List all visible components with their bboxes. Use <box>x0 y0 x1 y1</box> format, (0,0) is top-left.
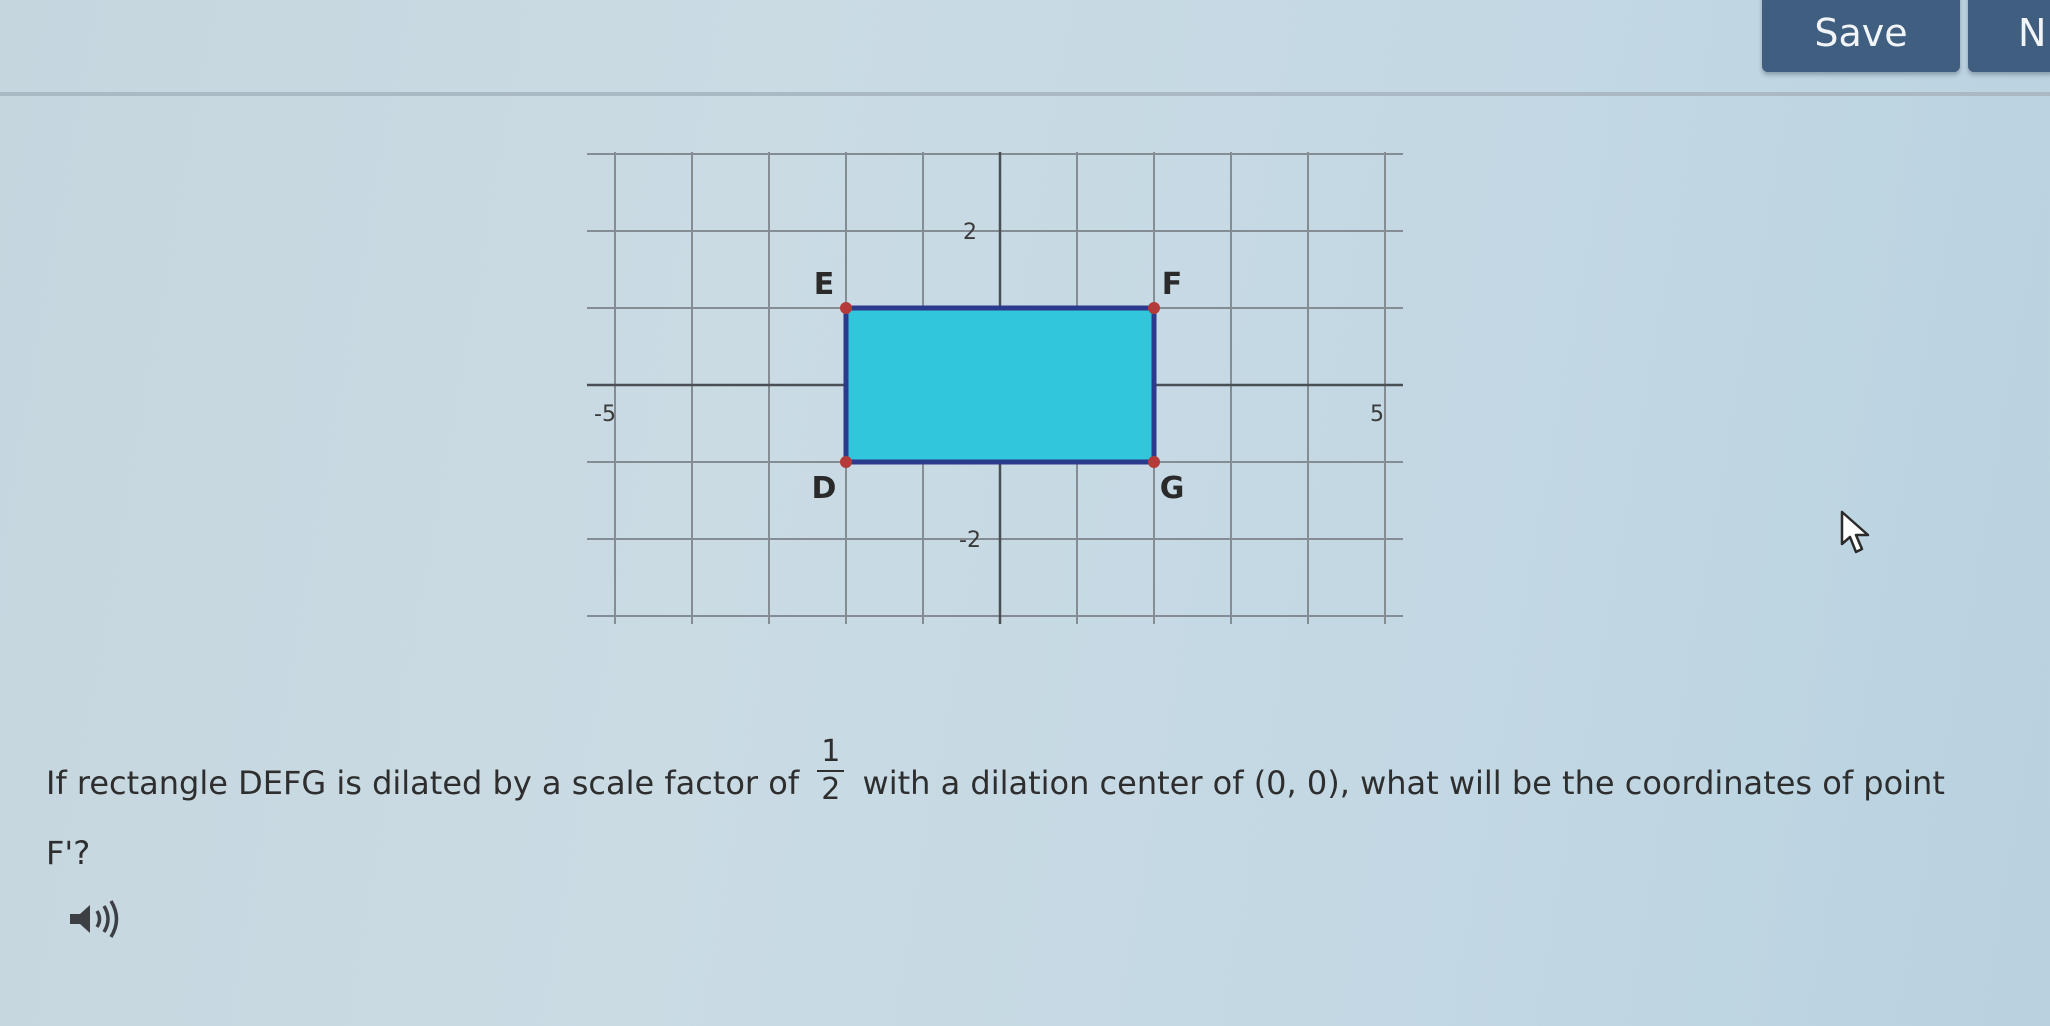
question-part-1: If rectangle DEFG is dilated by a scale … <box>46 764 800 802</box>
fraction-denominator: 2 <box>821 772 841 807</box>
question-line-2: F'? <box>46 834 91 872</box>
vertex-point-f <box>1148 302 1160 314</box>
vertex-label-e: E <box>814 267 835 302</box>
vertex-point-e <box>840 302 852 314</box>
vertex-point-d <box>840 456 852 468</box>
speaker-icon[interactable] <box>66 894 126 944</box>
question-text: If rectangle DEFG is dilated by a scale … <box>46 734 1946 884</box>
scale-factor-fraction: 1 2 <box>817 734 845 808</box>
rectangle-defg <box>843 305 1157 465</box>
vertex-label-f: F <box>1162 267 1183 302</box>
x-tick-label: 5 <box>1370 402 1384 427</box>
y-tick-label: -2 <box>959 528 981 553</box>
vertex-point-g <box>1148 456 1160 468</box>
vertex-label-g: G <box>1160 471 1185 506</box>
mouse-pointer-icon <box>1840 510 1870 554</box>
question-part-2: with a dilation center of (0, 0), what w… <box>862 764 1945 802</box>
y-tick-label: 2 <box>963 220 977 245</box>
vertex-label-d: D <box>812 471 837 506</box>
x-tick-label: -5 <box>594 402 616 427</box>
fraction-numerator: 1 <box>817 734 845 772</box>
